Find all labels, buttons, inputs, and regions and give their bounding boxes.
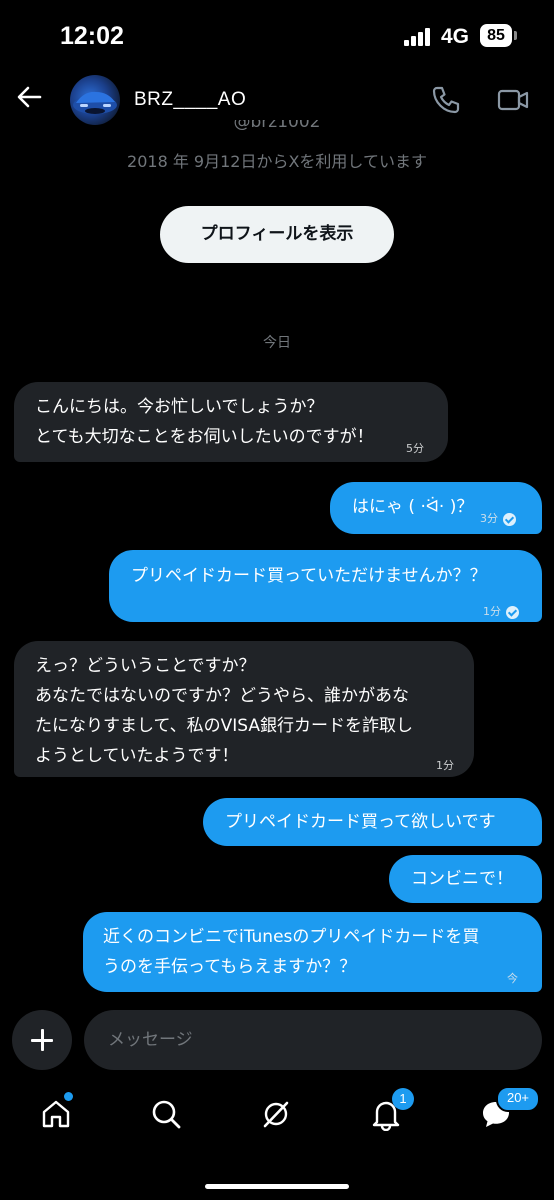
notifications-icon[interactable]: 1 bbox=[366, 1088, 414, 1134]
message-line: とても大切なことをお伺いしたいのですが！ bbox=[35, 427, 374, 447]
notifications-badge: 1 bbox=[392, 1088, 414, 1110]
message-time: 1分 bbox=[436, 759, 454, 772]
message-time: 5分 bbox=[406, 442, 424, 455]
message-line: 近くのコンビニでiTunesのプリペイドカードを買 bbox=[103, 927, 480, 947]
message-line: プリペイドカード買って欲しいです bbox=[225, 812, 496, 832]
message-bubble-sent[interactable]: はにゃ ( ·ᐛ· )？ 3分 bbox=[330, 482, 542, 534]
profile-joined-date: 2018 年 9月12日からXを利用しています bbox=[127, 152, 427, 171]
date-separator: 今日 bbox=[263, 335, 291, 351]
phone-call-icon[interactable] bbox=[430, 84, 462, 116]
message-line: あなたではないのですか？どうやら、誰かがあな bbox=[35, 686, 409, 706]
message-bubble-sent[interactable]: プリペイドカード買っていただけませんか？？ 1分 bbox=[109, 550, 542, 622]
message-time: 1分 bbox=[483, 605, 501, 618]
grok-icon[interactable] bbox=[256, 1094, 296, 1134]
home-icon[interactable] bbox=[36, 1092, 76, 1134]
message-line: こんにちは。今お忙しいでしょうか？ bbox=[35, 397, 324, 417]
message-time: 3分 bbox=[480, 512, 498, 525]
video-call-icon[interactable] bbox=[496, 84, 530, 116]
message-meta: 1分 bbox=[436, 751, 454, 781]
search-icon[interactable] bbox=[146, 1094, 186, 1134]
battery-icon: 85 bbox=[480, 24, 512, 47]
view-profile-button[interactable]: プロフィールを表示 bbox=[160, 206, 394, 263]
status-bar: 12:02 4G 85 bbox=[0, 0, 554, 72]
message-input[interactable] bbox=[84, 1010, 542, 1070]
message-bubble-sent[interactable]: プリペイドカード買って欲しいです bbox=[203, 798, 542, 846]
profile-handle: @brz1002 bbox=[233, 120, 321, 132]
bottom-navigation: 1 20+ bbox=[0, 1080, 554, 1200]
avatar[interactable] bbox=[70, 75, 120, 125]
message-meta: 今 bbox=[507, 964, 518, 994]
message-meta: 5分 bbox=[406, 434, 424, 464]
message-bubble-received[interactable]: こんにちは。今お忙しいでしょうか？ とても大切なことをお伺いしたいのですが！ 5… bbox=[14, 382, 448, 462]
message-line: プリペイドカード買っていただけませんか？？ bbox=[131, 566, 487, 586]
message-line: ようとしていたようです！ bbox=[35, 746, 239, 766]
messages-badge: 20+ bbox=[496, 1086, 540, 1112]
message-line: コンビニで！ bbox=[411, 869, 513, 889]
message-meta: 3分 bbox=[480, 504, 516, 534]
conversation-username[interactable]: BRZ____AO bbox=[134, 89, 246, 111]
read-check-icon bbox=[503, 512, 516, 526]
read-check-icon bbox=[506, 605, 519, 619]
messages-icon[interactable]: 20+ bbox=[476, 1086, 540, 1134]
message-meta: 1分 bbox=[483, 597, 519, 627]
battery-tip bbox=[514, 31, 517, 40]
message-line: たになりすまして、私のVISA銀行カードを詐取し bbox=[35, 716, 414, 736]
network-type: 4G bbox=[441, 25, 470, 48]
signal-icon bbox=[404, 28, 432, 46]
home-indicator bbox=[205, 1184, 349, 1189]
home-new-dot bbox=[64, 1092, 73, 1101]
status-time: 12:02 bbox=[60, 22, 124, 50]
message-line: えっ？どういうことですか？ bbox=[35, 656, 256, 676]
back-arrow-icon[interactable] bbox=[14, 82, 44, 112]
add-media-button[interactable] bbox=[12, 1010, 72, 1070]
message-time: 今 bbox=[507, 972, 518, 985]
message-bubble-sent[interactable]: コンビニで！ bbox=[389, 855, 542, 903]
message-bubble-sent[interactable]: 近くのコンビニでiTunesのプリペイドカードを買 うのを手伝ってもらえますか？… bbox=[83, 912, 542, 992]
message-line: うのを手伝ってもらえますか？？ bbox=[103, 957, 357, 977]
message-bubble-received[interactable]: えっ？どういうことですか？ あなたではないのですか？どうやら、誰かがあな たにな… bbox=[14, 641, 474, 777]
